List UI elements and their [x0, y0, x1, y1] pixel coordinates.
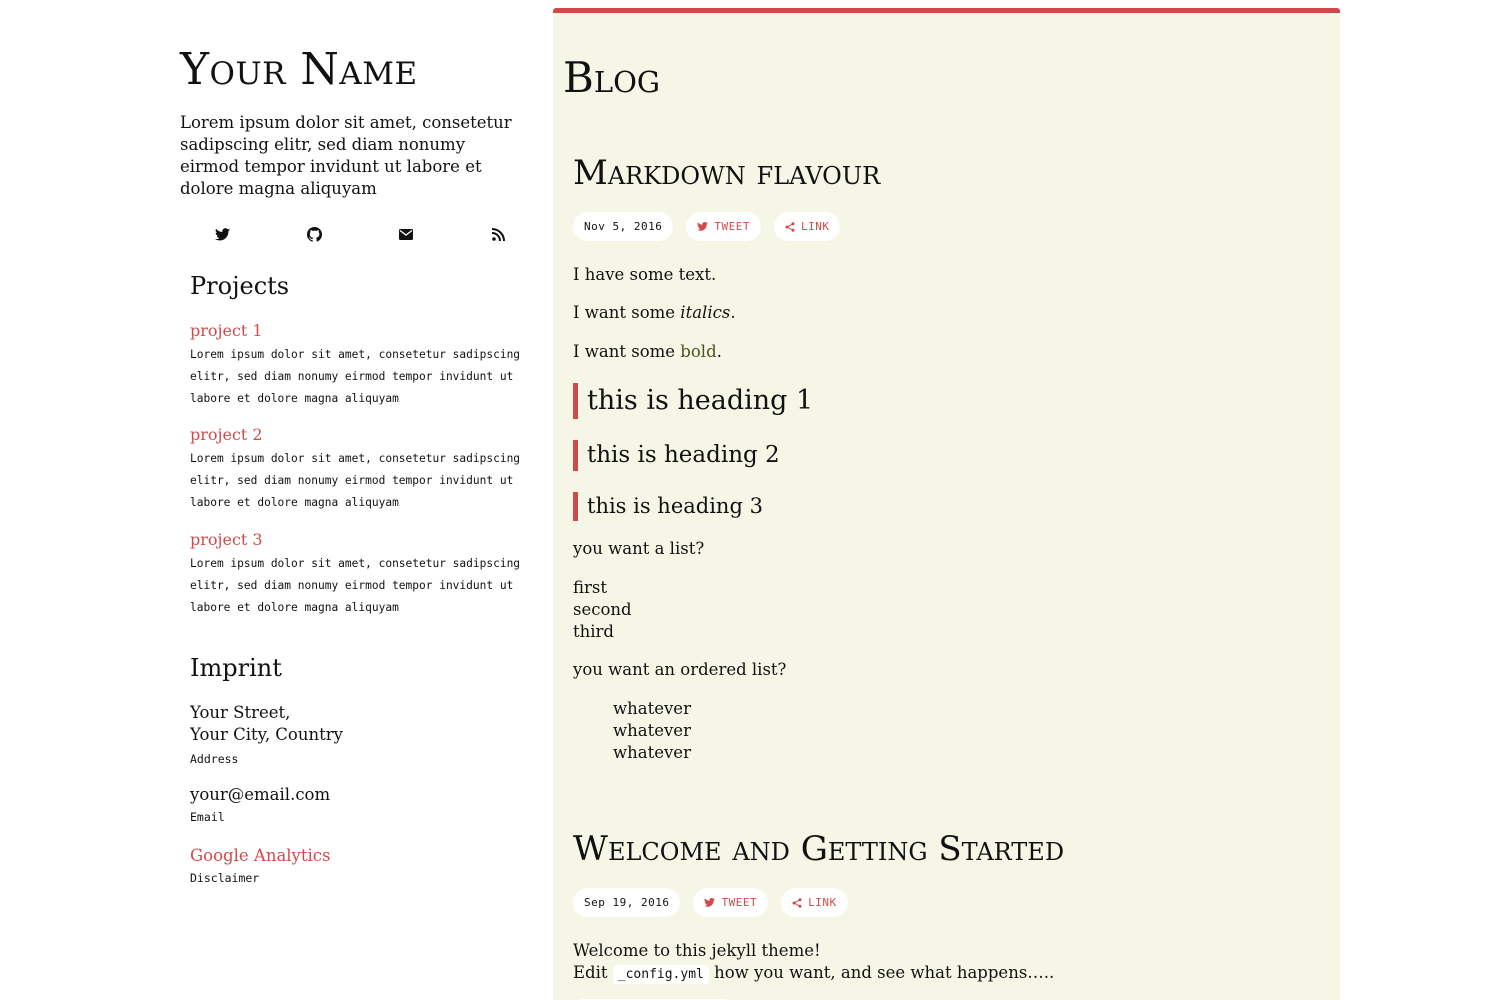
heading-1: this is heading 1 — [573, 383, 813, 419]
project-item: project 3 Lorem ipsum dolor sit amet, co… — [190, 529, 535, 619]
tweet-label: Tweet — [721, 896, 758, 909]
share-icon — [785, 221, 795, 232]
disclaimer-label: Disclaimer — [190, 871, 260, 885]
rss-icon[interactable] — [486, 222, 510, 246]
unordered-list: first second third — [573, 577, 632, 643]
list-item: whatever — [613, 699, 691, 718]
link-label: Link — [808, 896, 837, 909]
post-date: Nov 5, 2016 — [573, 212, 674, 241]
twitter-icon — [697, 222, 709, 231]
link-button[interactable]: Link — [781, 888, 848, 917]
post-meta: Nov 5, 2016 Tweet Link — [573, 212, 841, 241]
twitter-icon[interactable] — [210, 222, 234, 246]
list-item: third — [573, 622, 614, 641]
project-description: Lorem ipsum dolor sit amet, consetetur s… — [190, 348, 521, 405]
text-span: . — [730, 303, 736, 322]
social-links — [210, 222, 510, 246]
text-span: . — [716, 342, 722, 361]
post-title[interactable]: Welcome and Getting Started — [573, 829, 1064, 869]
analytics-block: Google Analytics Disclaimer — [190, 845, 331, 889]
address-label: Address — [190, 752, 239, 766]
text-span: I want some — [573, 342, 681, 361]
project-link[interactable]: project 3 — [190, 529, 535, 551]
twitter-icon — [704, 898, 716, 907]
post-paragraph: I want some italics. — [573, 302, 736, 324]
tweet-button[interactable]: Tweet — [686, 212, 761, 241]
post-title[interactable]: Markdown flavour — [573, 153, 880, 193]
heading-3: this is heading 3 — [573, 492, 763, 521]
post-paragraph: I want some bold. — [573, 341, 722, 363]
project-description: Lorem ipsum dolor sit amet, consetetur s… — [190, 452, 521, 509]
post-paragraph: I have some text. — [573, 265, 717, 284]
blog-main: Blog Markdown flavour Nov 5, 2016 Tweet … — [553, 8, 1340, 1000]
project-item: project 1 Lorem ipsum dolor sit amet, co… — [190, 320, 535, 410]
text-span: Edit — [573, 963, 608, 982]
text-span: I want some — [573, 303, 681, 322]
email-label: Email — [190, 810, 225, 824]
project-link[interactable]: project 1 — [190, 320, 535, 342]
link-button[interactable]: Link — [773, 212, 841, 241]
projects-title: Projects — [190, 272, 290, 300]
project-link[interactable]: project 2 — [190, 424, 535, 446]
list-item: whatever — [613, 721, 691, 740]
mail-icon[interactable] — [394, 222, 418, 246]
link-label: Link — [800, 220, 830, 233]
olist-intro: you want an ordered list? — [573, 660, 787, 679]
site-name[interactable]: Your Name — [180, 44, 418, 95]
heading-2: this is heading 2 — [573, 440, 780, 471]
text-span: how you want, and see what happens….. — [714, 963, 1055, 982]
inline-code: _config.yml — [612, 965, 709, 984]
project-item: project 2 Lorem ipsum dolor sit amet, co… — [190, 424, 535, 514]
email-value: your@email.com — [190, 785, 331, 804]
github-icon[interactable] — [302, 222, 326, 246]
imprint-title: Imprint — [190, 654, 282, 682]
project-description: Lorem ipsum dolor sit amet, consetetur s… — [190, 557, 521, 614]
tweet-button[interactable]: Tweet — [693, 888, 769, 917]
list-intro: you want a list? — [573, 539, 705, 558]
analytics-link[interactable]: Google Analytics — [190, 845, 331, 867]
address-line: Your City, Country — [190, 725, 343, 744]
share-icon — [792, 897, 802, 908]
list-item: second — [573, 600, 632, 619]
ordered-list: whatever whatever whatever — [613, 698, 691, 764]
blog-title: Blog — [563, 53, 661, 102]
email-block: your@email.com Email — [190, 784, 330, 828]
post-date: Sep 19, 2016 — [573, 888, 681, 917]
list-item: first — [573, 578, 607, 597]
bold-text: bold — [680, 342, 717, 361]
tweet-label: Tweet — [714, 220, 750, 233]
post-paragraph: Welcome to this jekyll theme! — [573, 941, 821, 960]
italic-text: italics — [680, 303, 731, 322]
address-block: Your Street, Your City, Country Address — [190, 702, 343, 770]
address-line: Your Street, — [190, 703, 291, 722]
post-meta: Sep 19, 2016 Tweet Link — [573, 888, 848, 917]
site-description: Lorem ipsum dolor sit amet, consetetur s… — [180, 113, 512, 198]
post-paragraph: Edit _config.yml how you want, and see w… — [573, 962, 1054, 986]
list-item: whatever — [613, 743, 691, 762]
